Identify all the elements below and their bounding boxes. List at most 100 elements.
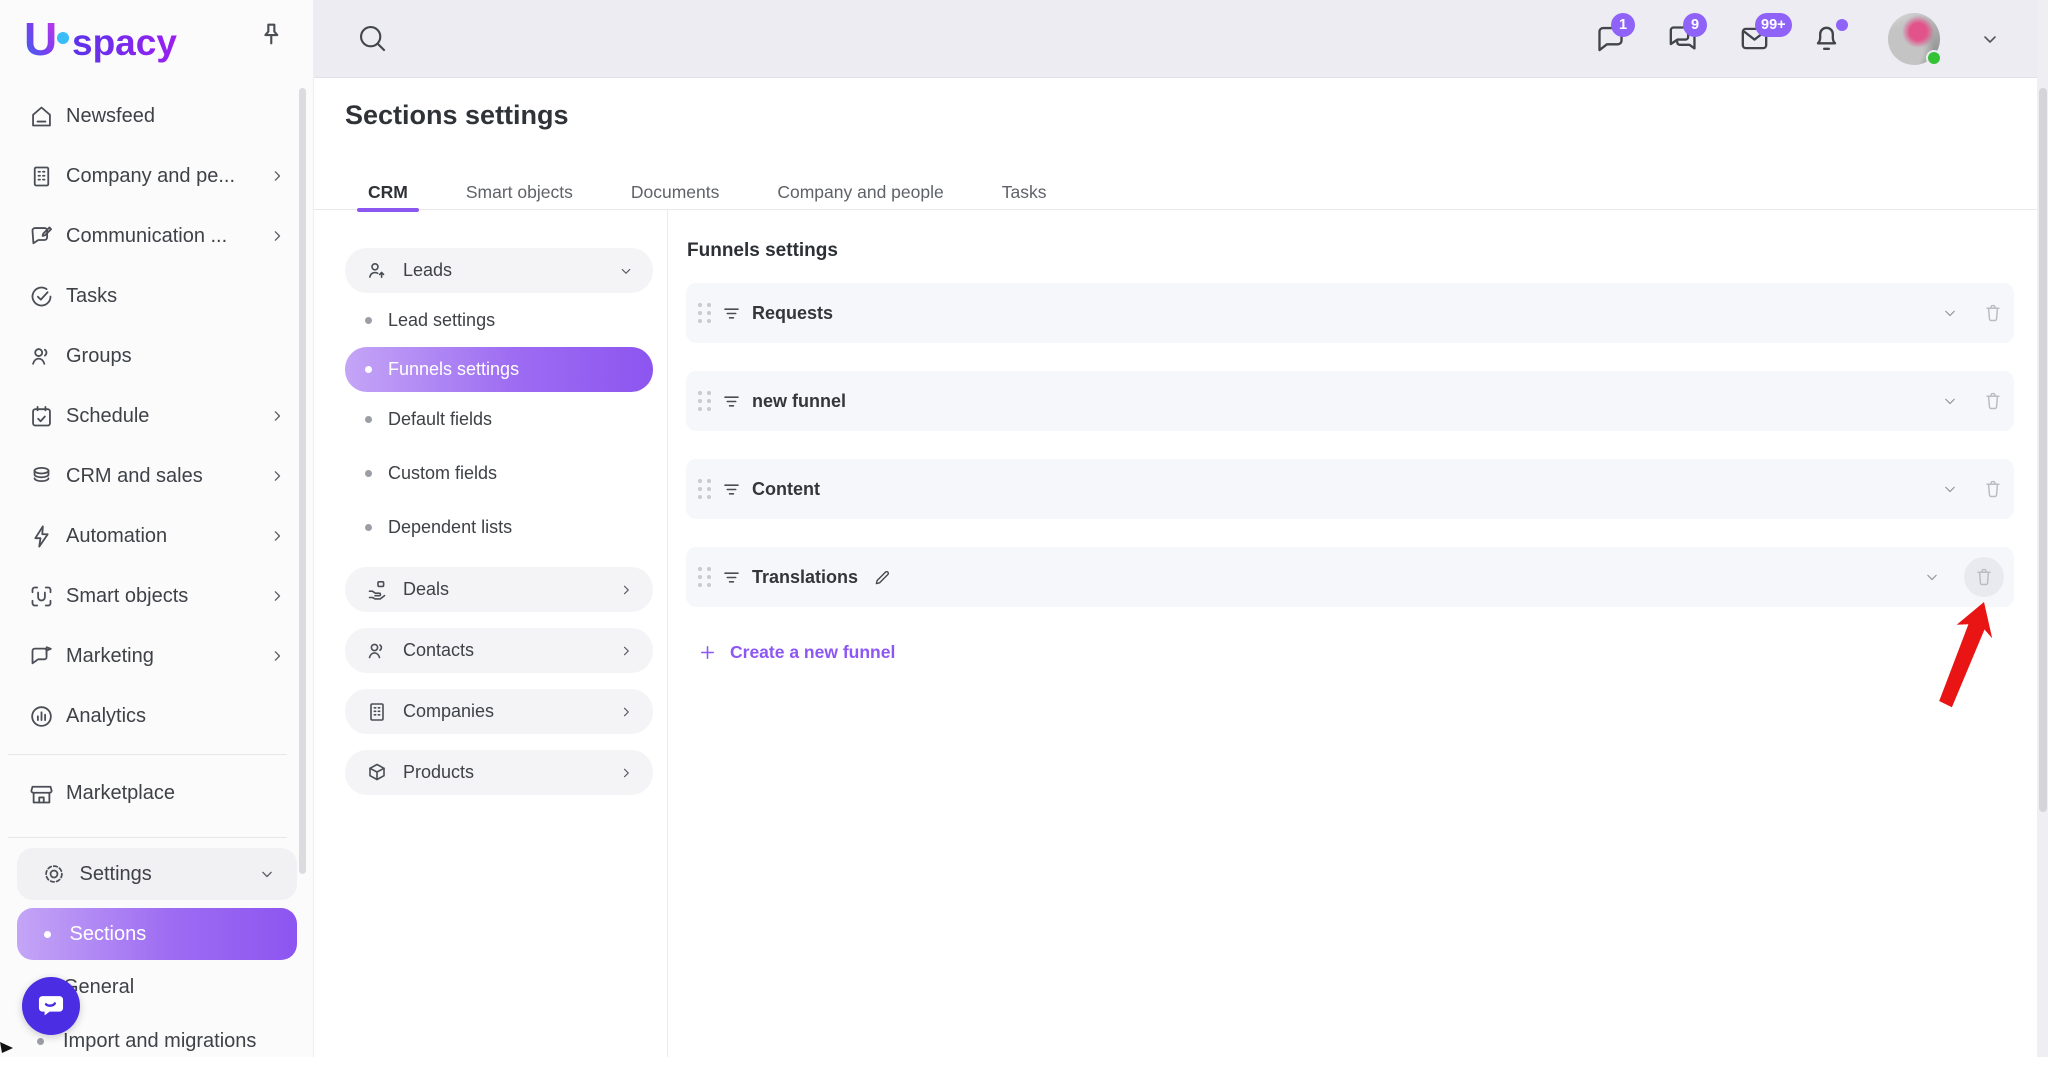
chevron-down-icon[interactable] [1940, 303, 1960, 323]
edit-pencil-icon[interactable] [872, 567, 893, 588]
trash-icon[interactable] [1982, 478, 2004, 500]
user-menu-chevron-icon[interactable] [1978, 27, 2002, 51]
group-chats-button[interactable]: 9 [1666, 22, 1700, 56]
create-new-funnel-button[interactable]: Create a new funnel [697, 642, 895, 663]
uspacy-logo-icon: U spacy [24, 14, 194, 66]
sidebar-item-label: CRM and sales [66, 465, 203, 488]
uspacy-logo[interactable]: U spacy [24, 14, 194, 71]
chat-pen-icon [28, 223, 55, 250]
sidebar-item-schedule[interactable]: Schedule [0, 386, 313, 446]
crm-nav-contacts[interactable]: Contacts [345, 628, 653, 673]
sidebar-item-groups[interactable]: Groups [0, 326, 313, 386]
crm-nav-products[interactable]: Products [345, 750, 653, 795]
crm-nav-companies[interactable]: Companies [345, 689, 653, 734]
chevron-right-icon [267, 226, 287, 246]
sidebar-item-company[interactable]: Company and pe... [0, 146, 313, 206]
tab-documents[interactable]: Documents [620, 181, 731, 203]
chevron-down-icon[interactable] [1922, 567, 1942, 587]
sidebar-item-label: Communication ... [66, 225, 227, 248]
chevron-down-icon [617, 262, 635, 280]
chevron-down-icon[interactable] [1940, 391, 1960, 411]
bullet-icon [37, 1038, 44, 1045]
sidebar-item-marketplace[interactable]: Marketplace [0, 763, 313, 823]
chevron-right-icon [617, 703, 635, 721]
tab-company-and-people[interactable]: Company and people [766, 181, 954, 203]
crm-nav-label: Dependent lists [388, 517, 512, 538]
trash-icon[interactable] [1982, 390, 2004, 412]
crm-nav-label: Deals [403, 579, 449, 600]
trash-icon [1973, 566, 1995, 588]
chevron-down-icon[interactable] [1940, 479, 1960, 499]
funnel-row-new-funnel[interactable]: new funnel [686, 371, 2014, 431]
crm-nav-default-fields[interactable]: Default fields [345, 392, 653, 446]
sidebar-item-label: Import and migrations [63, 1030, 256, 1053]
chevron-right-icon [267, 406, 287, 426]
chevron-right-icon [267, 586, 287, 606]
sidebar-item-label: Newsfeed [66, 105, 155, 128]
sidebar-item-analytics[interactable]: Analytics [0, 686, 313, 746]
drag-handle-icon[interactable] [698, 391, 711, 411]
sidebar-item-newsfeed[interactable]: Newsfeed [0, 86, 313, 146]
sidebar-item-label: Marketing [66, 645, 154, 668]
funnel-row-content[interactable]: Content [686, 459, 2014, 519]
sidebar-item-communication[interactable]: Communication ... [0, 206, 313, 266]
tab-crm[interactable]: CRM [357, 181, 419, 203]
sidebar-item-label: Smart objects [66, 585, 188, 608]
sidebar-item-automation[interactable]: Automation [0, 506, 313, 566]
drag-handle-icon[interactable] [698, 303, 711, 323]
group-chat-badge: 9 [1683, 13, 1707, 37]
database-icon [28, 463, 55, 490]
funnel-row-requests[interactable]: Requests [686, 283, 2014, 343]
plus-icon [697, 642, 718, 663]
logo-row: U spacy [0, 12, 313, 68]
main-sidebar: U spacy Newsfeed Company and pe... Commu… [0, 0, 314, 1057]
funnels-heading: Funnels settings [687, 240, 838, 262]
funnel-icon [720, 302, 743, 325]
sidebar-scrollbar[interactable] [299, 88, 306, 874]
crm-nav-custom-fields[interactable]: Custom fields [345, 446, 653, 500]
direct-messages-button[interactable]: 1 [1594, 22, 1628, 56]
trash-icon[interactable] [1982, 302, 2004, 324]
funnel-name: new funnel [752, 391, 846, 412]
drag-handle-icon[interactable] [698, 479, 711, 499]
crm-nav-leads[interactable]: Leads [345, 248, 653, 293]
tab-smart-objects[interactable]: Smart objects [455, 181, 584, 203]
notifications-button[interactable] [1810, 22, 1844, 56]
support-chat-launcher[interactable] [22, 977, 80, 1035]
settings-tabs: CRM Smart objects Documents Company and … [357, 181, 1057, 203]
mail-button[interactable]: 99+ [1738, 22, 1772, 56]
page-scrollbar-track[interactable] [2037, 0, 2048, 1057]
sidebar-item-smart-objects[interactable]: Smart objects [0, 566, 313, 626]
calendar-icon [28, 403, 55, 430]
crm-nav-lead-settings[interactable]: Lead settings [345, 293, 653, 347]
chevron-right-icon [267, 526, 287, 546]
crm-nav-funnels-settings[interactable]: Funnels settings [345, 347, 653, 392]
bullet-icon [365, 470, 372, 477]
delete-funnel-button[interactable] [1964, 557, 2004, 597]
crm-nav-label: Default fields [388, 409, 492, 430]
user-avatar[interactable] [1888, 13, 1940, 65]
chevron-right-icon [267, 466, 287, 486]
funnel-icon [720, 566, 743, 589]
tab-tasks[interactable]: Tasks [991, 181, 1058, 203]
funnel-row-translations[interactable]: Translations [686, 547, 2014, 607]
crm-nav-dependent-lists[interactable]: Dependent lists [345, 500, 653, 554]
crm-nav-label: Custom fields [388, 463, 497, 484]
sidebar-item-label: Analytics [66, 705, 146, 728]
lead-person-icon [365, 259, 389, 283]
search-button[interactable] [356, 22, 390, 56]
svg-text:U: U [24, 14, 57, 65]
mail-badge: 99+ [1755, 13, 1792, 37]
sidebar-item-settings[interactable]: Settings [17, 848, 297, 900]
pin-sidebar-button[interactable] [255, 20, 287, 52]
drag-handle-icon[interactable] [698, 567, 711, 587]
sidebar-item-tasks[interactable]: Tasks [0, 266, 313, 326]
create-new-funnel-label: Create a new funnel [730, 642, 895, 663]
sidebar-item-label: Groups [66, 345, 132, 368]
crm-nav-deals[interactable]: Deals [345, 567, 653, 612]
sidebar-item-sections[interactable]: Sections [17, 908, 297, 960]
sidebar-item-marketing[interactable]: Marketing [0, 626, 313, 686]
sidebar-item-crm[interactable]: CRM and sales [0, 446, 313, 506]
page-scrollbar-thumb[interactable] [2039, 88, 2047, 812]
sidebar-item-label: Tasks [66, 285, 117, 308]
